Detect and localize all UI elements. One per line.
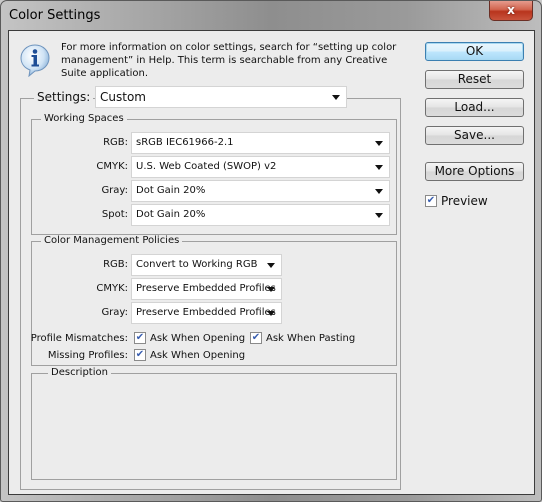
info-icon: [20, 44, 50, 77]
title-bar[interactable]: Color Settings x: [1, 1, 541, 31]
more-options-button[interactable]: More Options: [425, 162, 524, 181]
policy-rgb-value: Convert to Working RGB: [136, 259, 258, 270]
chevron-down-icon: [375, 189, 383, 194]
policy-gray-dropdown[interactable]: Preserve Embedded Profiles: [131, 302, 282, 324]
chevron-down-icon: [375, 141, 383, 146]
policy-rgb-dropdown[interactable]: Convert to Working RGB: [131, 254, 282, 276]
ws-spot-label: Spot:: [101, 209, 128, 220]
mismatch-ask-pasting-checkbox[interactable]: ✔: [250, 332, 262, 344]
save-button[interactable]: Save...: [425, 126, 524, 145]
ws-spot-value: Dot Gain 20%: [136, 209, 206, 220]
description-group: Description: [31, 367, 397, 480]
policy-gray-value: Preserve Embedded Profiles: [136, 307, 276, 318]
window-title: Color Settings: [9, 8, 101, 23]
missing-profiles-label: Missing Profiles:: [47, 350, 128, 361]
missing-ask-opening-checkbox[interactable]: ✔: [134, 349, 146, 361]
chevron-down-icon: [375, 213, 383, 218]
policy-cmyk-value: Preserve Embedded Profiles: [136, 283, 276, 294]
close-icon: x: [507, 3, 515, 17]
settings-value: Custom: [100, 90, 146, 104]
reset-button[interactable]: Reset: [425, 70, 524, 89]
policy-cmyk-dropdown[interactable]: Preserve Embedded Profiles: [131, 278, 282, 300]
ws-rgb-dropdown[interactable]: sRGB IEC61966-2.1: [131, 132, 390, 154]
preview-checkbox[interactable]: ✔: [425, 195, 437, 207]
chevron-down-icon: [375, 165, 383, 170]
dialog-body: For more information on color settings, …: [8, 30, 535, 495]
load-button[interactable]: Load...: [425, 98, 524, 117]
ws-spot-dropdown[interactable]: Dot Gain 20%: [131, 204, 390, 226]
info-message: For more information on color settings, …: [61, 42, 397, 79]
chevron-down-icon: [267, 263, 275, 268]
ws-gray-dropdown[interactable]: Dot Gain 20%: [131, 180, 390, 202]
policy-cmyk-label: CMYK:: [96, 283, 128, 294]
preview-label[interactable]: Preview: [441, 194, 488, 208]
settings-dropdown[interactable]: Custom: [95, 86, 347, 108]
chevron-down-icon: [267, 311, 275, 316]
settings-label: Settings:: [34, 90, 94, 104]
ws-cmyk-value: U.S. Web Coated (SWOP) v2: [136, 161, 277, 172]
ws-cmyk-label: CMYK:: [96, 161, 128, 172]
description-title: Description: [48, 367, 111, 378]
ws-cmyk-dropdown[interactable]: U.S. Web Coated (SWOP) v2: [131, 156, 390, 178]
policy-gray-label: Gray:: [101, 307, 128, 318]
working-spaces-title: Working Spaces: [41, 113, 127, 124]
mismatch-ask-pasting-label[interactable]: Ask When Pasting: [266, 333, 355, 344]
color-management-policies-group: Color Management Policies RGB: Convert t…: [30, 235, 397, 366]
profile-mismatches-label: Profile Mismatches:: [30, 333, 128, 344]
ws-rgb-value: sRGB IEC61966-2.1: [136, 137, 234, 148]
ws-rgb-label: RGB:: [103, 137, 128, 148]
ok-button[interactable]: OK: [425, 42, 524, 61]
policy-rgb-label: RGB:: [103, 259, 128, 270]
mismatch-ask-opening-checkbox[interactable]: ✔: [134, 332, 146, 344]
mismatch-ask-opening-label[interactable]: Ask When Opening: [150, 333, 245, 344]
ws-gray-value: Dot Gain 20%: [136, 185, 206, 196]
close-button[interactable]: x: [489, 1, 533, 21]
working-spaces-group: Working Spaces RGB: sRGB IEC61966-2.1 CM…: [31, 113, 397, 235]
ws-gray-label: Gray:: [101, 185, 128, 196]
chevron-down-icon: [332, 95, 340, 100]
policies-title: Color Management Policies: [41, 235, 183, 246]
chevron-down-icon: [267, 287, 275, 292]
color-settings-dialog: Color Settings x For more information on…: [0, 0, 542, 502]
missing-ask-opening-label[interactable]: Ask When Opening: [150, 350, 245, 361]
